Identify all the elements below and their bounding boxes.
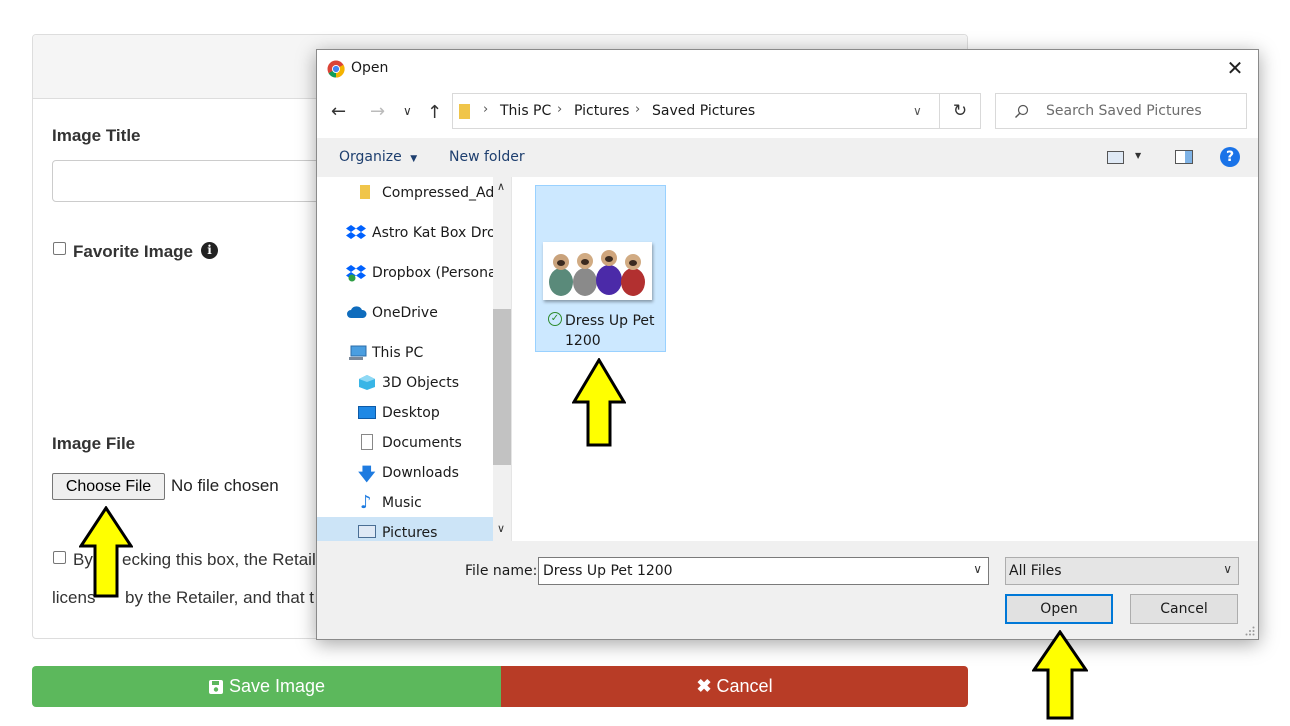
nav-scrollbar-thumb[interactable]	[493, 309, 511, 465]
chevron-right-icon: ›	[557, 102, 563, 117]
music-icon: ♪	[360, 492, 372, 513]
preview-pane-icon[interactable]	[1175, 150, 1193, 164]
agree-checkbox[interactable]	[53, 551, 66, 564]
organize-label: Organize	[339, 149, 402, 165]
cloud-icon	[347, 306, 367, 318]
file-name-label: Dress Up Pet 1200	[565, 311, 665, 351]
choose-file-button[interactable]: Choose File	[52, 473, 165, 500]
folder-icon	[360, 185, 370, 199]
file-type-value: All Files	[1009, 563, 1062, 579]
search-placeholder: Search Saved Pictures	[1046, 103, 1202, 119]
annotation-arrow-choose-file	[79, 506, 133, 598]
sync-status-icon: ✓	[548, 312, 562, 326]
forward-arrow-icon[interactable]: →	[370, 101, 385, 122]
chevron-right-icon: ›	[635, 102, 641, 117]
nav-item-desktop[interactable]: Desktop	[382, 405, 440, 421]
nav-item-dropbox[interactable]: Dropbox (Persona	[372, 265, 497, 281]
dropbox-icon	[346, 265, 366, 282]
file-name-field-label: File name:	[465, 563, 538, 579]
file-name-value: Dress Up Pet 1200	[543, 563, 673, 579]
dialog-title: Open	[351, 60, 389, 76]
save-image-button[interactable]: Save Image	[32, 666, 501, 707]
nav-item-documents[interactable]: Documents	[382, 435, 462, 451]
caret-down-icon[interactable]: ▼	[1135, 151, 1141, 160]
cancel-label: Cancel	[716, 676, 773, 696]
address-bar[interactable]: › This PC › Pictures › Saved Pictures ∨	[452, 93, 940, 129]
agree-text-line1: ecking this box, the Retail	[122, 550, 316, 569]
image-file-label: Image File	[52, 434, 136, 453]
nav-item-3d-objects[interactable]: 3D Objects	[382, 375, 459, 391]
info-icon[interactable]: i	[201, 242, 218, 259]
breadcrumb-pictures[interactable]: Pictures	[574, 103, 629, 119]
nav-item-music[interactable]: Music	[382, 495, 422, 511]
close-icon[interactable]: ✕	[1224, 56, 1246, 80]
chrome-icon	[327, 60, 345, 78]
search-icon	[1015, 104, 1029, 118]
nav-item-onedrive[interactable]: OneDrive	[372, 305, 438, 321]
favorite-checkbox[interactable]	[53, 242, 66, 255]
organize-menu[interactable]: Organize ▼	[339, 149, 417, 165]
close-icon: ✖	[696, 676, 712, 696]
nav-item-pictures[interactable]: Pictures	[382, 525, 437, 541]
open-file-dialog: Open ✕ ← → ∨ ↑ › This PC › Pictures › Sa…	[316, 49, 1259, 640]
file-type-select[interactable]: All Files ∨	[1005, 557, 1239, 585]
chevron-down-icon[interactable]: ∨	[973, 562, 982, 576]
desktop-icon	[358, 406, 376, 419]
nav-item-compressed[interactable]: Compressed_Ad	[382, 185, 494, 201]
help-icon[interactable]: ?	[1220, 147, 1240, 167]
chevron-right-icon: ›	[483, 102, 489, 117]
open-button[interactable]: Open	[1005, 594, 1113, 624]
agree-text-line2: by the Retailer, and that t	[125, 588, 315, 607]
dialog-cancel-button[interactable]: Cancel	[1130, 594, 1238, 624]
file-name-line2: 1200	[565, 333, 601, 349]
caret-down-icon: ▼	[410, 154, 418, 164]
pane-divider	[511, 177, 512, 541]
dialog-footer	[317, 541, 1258, 639]
document-icon	[361, 434, 373, 450]
file-name-input[interactable]: Dress Up Pet 1200 ∨	[538, 557, 989, 585]
save-icon	[208, 679, 223, 694]
nav-item-astro-kat[interactable]: Astro Kat Box Dro	[372, 225, 496, 241]
scroll-up-icon[interactable]: ∧	[497, 180, 505, 193]
refresh-icon[interactable]: ↻	[940, 93, 981, 129]
file-thumbnail	[543, 242, 652, 300]
recent-chevron-icon[interactable]: ∨	[403, 104, 412, 118]
cube-icon	[359, 375, 375, 390]
resize-grip-icon[interactable]	[1245, 626, 1255, 636]
download-icon: 🡇	[358, 465, 376, 485]
chevron-down-icon[interactable]: ∨	[913, 104, 922, 118]
dropbox-icon	[346, 225, 366, 239]
breadcrumb-this-pc[interactable]: This PC	[500, 103, 551, 119]
file-name-line1: Dress Up Pet	[565, 313, 655, 329]
nav-item-this-pc[interactable]: This PC	[372, 345, 423, 361]
cancel-button[interactable]: ✖ Cancel	[501, 666, 968, 707]
search-box[interactable]: Search Saved Pictures	[995, 93, 1247, 129]
back-arrow-icon[interactable]: ←	[331, 101, 346, 122]
annotation-arrow-open	[1032, 630, 1088, 720]
favorite-label: Favorite Image	[73, 242, 193, 261]
nav-item-downloads[interactable]: Downloads	[382, 465, 459, 481]
no-file-text: No file chosen	[171, 476, 279, 495]
chevron-down-icon: ∨	[1223, 562, 1232, 576]
save-label: Save Image	[228, 676, 326, 696]
annotation-arrow-file	[572, 358, 626, 447]
scroll-down-icon[interactable]: ∨	[497, 522, 505, 535]
up-arrow-icon[interactable]: ↑	[427, 102, 442, 123]
computer-icon	[349, 345, 367, 360]
new-folder-button[interactable]: New folder	[449, 149, 525, 165]
view-options-icon[interactable]	[1107, 151, 1124, 164]
image-title-label: Image Title	[52, 126, 141, 145]
breadcrumb-saved-pictures[interactable]: Saved Pictures	[652, 103, 755, 119]
folder-icon	[459, 104, 470, 119]
pictures-icon	[358, 525, 376, 538]
